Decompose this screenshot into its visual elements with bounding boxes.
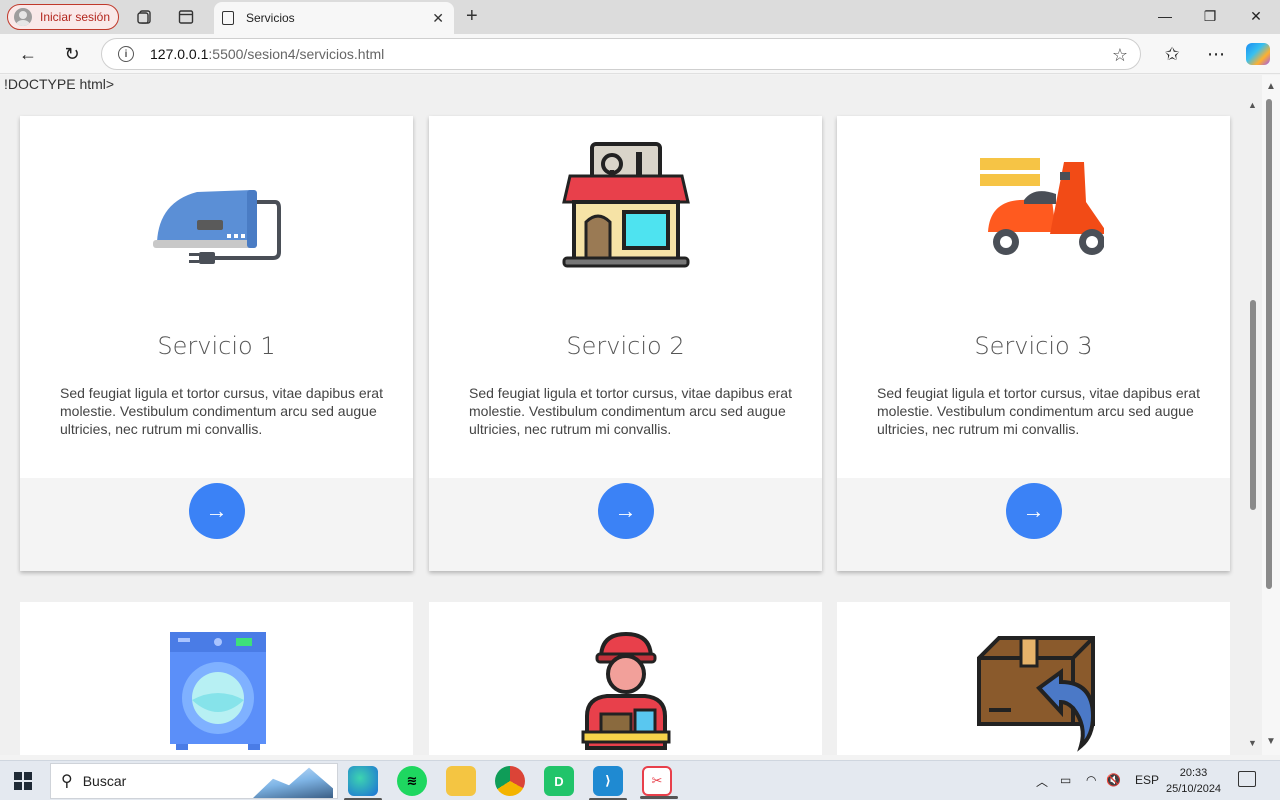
favorite-star-icon[interactable]: ☆ bbox=[1112, 45, 1128, 66]
show-hidden-icons[interactable]: ︿ bbox=[1036, 773, 1048, 790]
service-card: Servicio 1 Sed feugiat ligula et tortor … bbox=[20, 116, 413, 571]
service-card-body: Servicio 1 Sed feugiat ligula et tortor … bbox=[20, 116, 413, 478]
service-2-arrow-button[interactable]: → bbox=[597, 483, 654, 539]
washing-machine-icon bbox=[169, 632, 266, 750]
notification-icon[interactable] bbox=[1238, 771, 1256, 787]
browser-scrollbar[interactable]: ▲ ▼ bbox=[1262, 75, 1280, 755]
battery-icon[interactable]: ▭ bbox=[1060, 773, 1071, 787]
app-d-taskbar-icon[interactable]: D bbox=[544, 766, 574, 796]
page-content: !DOCTYPE html> Servicio 1 Sed feugiat li… bbox=[0, 75, 1262, 755]
spotify-taskbar-icon[interactable]: ≋ bbox=[397, 766, 427, 796]
service-title: Servicio 3 bbox=[974, 332, 1093, 360]
service-card-body: Servicio 2 Sed feugiat ligula et tortor … bbox=[429, 116, 822, 478]
service-card: Servicio 3 Sed feugiat ligula et tortor … bbox=[837, 116, 1230, 571]
service-title: Servicio 1 bbox=[157, 332, 276, 360]
refresh-icon[interactable]: ↻ bbox=[61, 43, 83, 65]
profile-label: Iniciar sesión bbox=[40, 10, 111, 24]
scrollbar-up-icon[interactable]: ▲ bbox=[1266, 81, 1276, 92]
search-highlight-image bbox=[253, 767, 333, 798]
language-indicator[interactable]: ESP bbox=[1135, 773, 1159, 787]
copilot-icon[interactable] bbox=[1246, 43, 1270, 65]
more-menu-icon[interactable]: ⋯ bbox=[1205, 43, 1227, 65]
search-placeholder: Buscar bbox=[82, 773, 127, 789]
service-description: Sed feugiat ligula et tortor cursus, vit… bbox=[877, 385, 1200, 437]
service-title: Servicio 2 bbox=[566, 332, 685, 360]
restore-icon[interactable]: ❐ bbox=[1200, 8, 1220, 25]
delivery-scooter-icon bbox=[979, 158, 1104, 255]
wifi-icon[interactable]: ◠ bbox=[1086, 773, 1096, 787]
scrollbar-down-icon[interactable]: ▼ bbox=[1266, 736, 1276, 747]
volume-muted-icon[interactable]: 🔇 bbox=[1106, 773, 1121, 787]
service-3-arrow-button[interactable]: → bbox=[1005, 483, 1062, 539]
back-icon[interactable]: ← bbox=[17, 43, 39, 65]
profile-button[interactable]: Iniciar sesión bbox=[7, 4, 119, 30]
package-return-icon bbox=[976, 636, 1095, 752]
vscode-taskbar-icon[interactable]: ⟩ bbox=[589, 766, 627, 800]
service-card bbox=[20, 602, 413, 755]
windows-start-icon[interactable] bbox=[14, 772, 32, 790]
tab-actions-icon[interactable] bbox=[176, 7, 196, 27]
scroll-up-icon[interactable]: ▲ bbox=[1248, 100, 1257, 110]
edge-taskbar-icon[interactable] bbox=[344, 766, 382, 800]
service-1-arrow-button[interactable]: → bbox=[188, 483, 245, 539]
site-info-icon[interactable]: i bbox=[118, 46, 134, 62]
avatar-icon bbox=[14, 8, 32, 26]
system-clock[interactable]: 20:33 25/10/2024 bbox=[1166, 765, 1221, 797]
clock-date: 25/10/2024 bbox=[1166, 783, 1222, 795]
file-explorer-taskbar-icon[interactable] bbox=[446, 766, 476, 796]
minimize-icon[interactable]: — bbox=[1155, 8, 1175, 24]
scroll-down-icon[interactable]: ▼ bbox=[1248, 738, 1257, 748]
new-tab-icon[interactable]: + bbox=[466, 5, 478, 28]
service-description: Sed feugiat ligula et tortor cursus, vit… bbox=[60, 385, 383, 437]
workspaces-icon[interactable] bbox=[135, 7, 155, 27]
taskbar-search[interactable]: ⚲ Buscar bbox=[50, 763, 338, 799]
service-card bbox=[837, 602, 1230, 755]
clock-time: 20:33 bbox=[1179, 767, 1208, 779]
repair-shop-icon bbox=[561, 142, 690, 268]
url-path: :5500/sesion4/servicios.html bbox=[208, 46, 385, 62]
service-card bbox=[429, 602, 822, 755]
close-tab-icon[interactable]: ✕ bbox=[432, 10, 444, 27]
page-icon bbox=[222, 11, 234, 25]
close-window-icon[interactable]: ✕ bbox=[1246, 8, 1266, 25]
snipping-taskbar-icon[interactable]: ✂ bbox=[640, 766, 678, 799]
url-host: 127.0.0.1 bbox=[150, 46, 209, 62]
page-scroll-thumb[interactable] bbox=[1250, 300, 1256, 510]
address-bar[interactable]: i 127.0.0.1 :5500/sesion4/servicios.html… bbox=[101, 38, 1141, 70]
tab-title: Servicios bbox=[246, 11, 295, 25]
service-card: Servicio 2 Sed feugiat ligula et tortor … bbox=[429, 116, 822, 571]
search-icon: ⚲ bbox=[61, 773, 73, 790]
chrome-taskbar-icon[interactable] bbox=[495, 766, 525, 796]
service-card-body: Servicio 3 Sed feugiat ligula et tortor … bbox=[837, 116, 1230, 478]
favorites-icon[interactable]: ✩ bbox=[1161, 43, 1183, 65]
doctype-text: !DOCTYPE html> bbox=[4, 76, 115, 92]
tab-servicios[interactable]: Servicios ✕ bbox=[214, 2, 454, 34]
iron-icon bbox=[152, 190, 281, 264]
windows-taskbar: ⚲ Buscar ≋ D ⟩ ✂ ︿ ▭ ◠ 🔇 ESP 20:33 25/10… bbox=[0, 760, 1280, 800]
navigation-bar: ← ↻ i 127.0.0.1 :5500/sesion4/servicios.… bbox=[0, 34, 1280, 74]
browser-titlebar: Iniciar sesión Servicios ✕ + — ❐ ✕ bbox=[0, 0, 1280, 34]
service-description: Sed feugiat ligula et tortor cursus, vit… bbox=[469, 385, 792, 437]
scrollbar-thumb[interactable] bbox=[1266, 99, 1272, 589]
delivery-person-icon bbox=[581, 631, 670, 750]
